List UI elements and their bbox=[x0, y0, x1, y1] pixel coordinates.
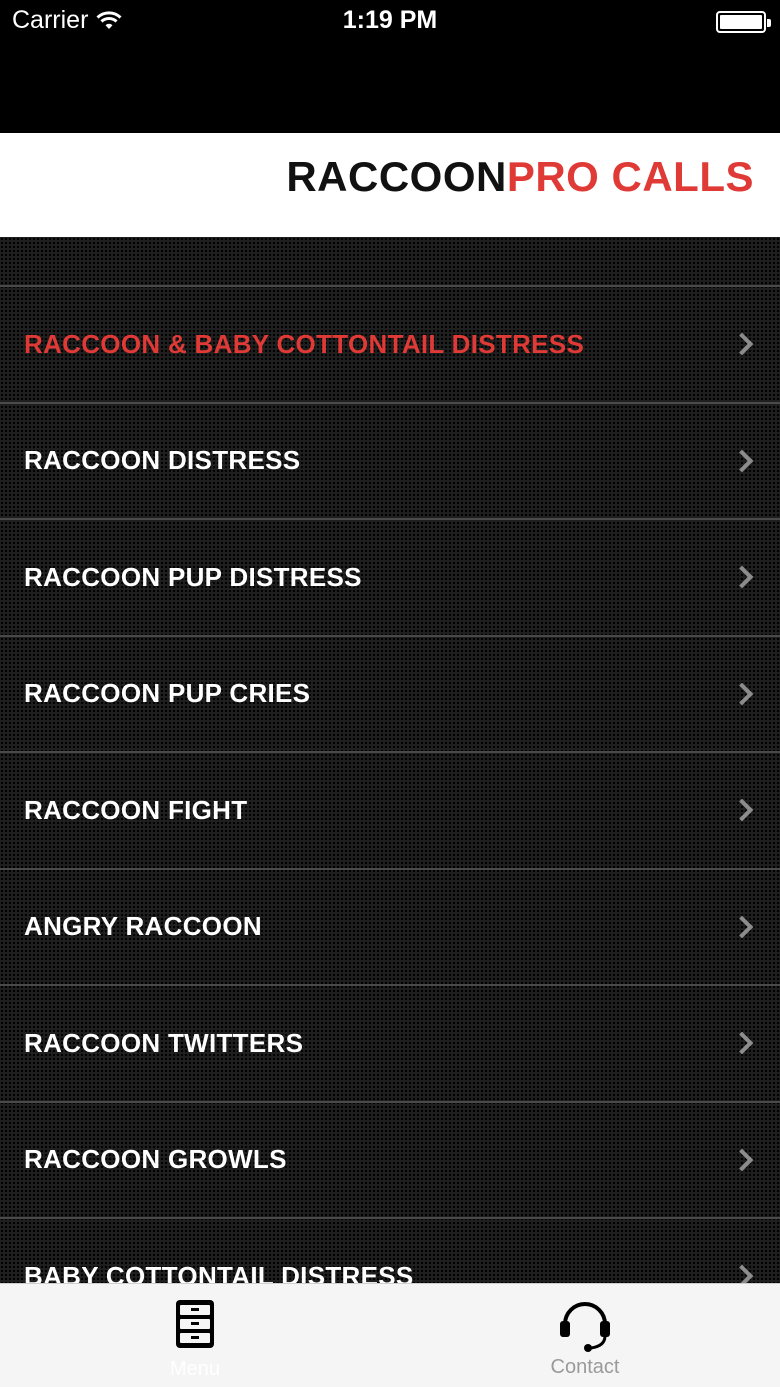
battery-tip bbox=[767, 19, 771, 27]
list-item[interactable]: RACCOON TWITTERS bbox=[0, 986, 780, 1103]
list-top-spacer bbox=[0, 237, 780, 287]
list-item[interactable]: RACCOON PUP DISTRESS bbox=[0, 520, 780, 637]
app-title: RACCOONPRO CALLS bbox=[286, 153, 754, 201]
headset-icon bbox=[560, 1302, 610, 1352]
chevron-right-icon bbox=[730, 332, 754, 356]
chevron-right-icon bbox=[730, 565, 754, 589]
chevron-right-icon bbox=[730, 915, 754, 939]
chevron-right-icon bbox=[730, 1264, 754, 1283]
list-item[interactable]: RACCOON DISTRESS bbox=[0, 404, 780, 520]
calls-list[interactable]: RACCOON & BABY COTTONTAIL DISTRESS RACCO… bbox=[0, 237, 780, 1283]
filing-cabinet-icon bbox=[176, 1300, 214, 1348]
list-item-label: RACCOON & BABY COTTONTAIL DISTRESS bbox=[24, 328, 585, 359]
list-item[interactable]: BABY COTTONTAIL DISTRESS bbox=[0, 1219, 780, 1283]
tab-contact-label: Contact bbox=[550, 1356, 620, 1378]
tab-bar: Menu Contact bbox=[0, 1283, 780, 1387]
list-item[interactable]: RACCOON GROWLS bbox=[0, 1103, 780, 1219]
status-time: 1:19 PM bbox=[342, 6, 438, 34]
list-item-label: RACCOON FIGHT bbox=[24, 794, 248, 825]
battery-icon bbox=[716, 11, 771, 33]
tab-menu-label: Menu bbox=[169, 1358, 221, 1380]
app-title-part1: RACCOON bbox=[286, 153, 507, 200]
list-item-label: ANGRY RACCOON bbox=[24, 911, 262, 942]
list-item[interactable]: RACCOON PUP CRIES bbox=[0, 637, 780, 753]
list-item-label: RACCOON PUP DISTRESS bbox=[24, 561, 362, 592]
chevron-right-icon bbox=[730, 1148, 754, 1172]
list-item-label: RACCOON GROWLS bbox=[24, 1144, 287, 1175]
list-item[interactable]: RACCOON FIGHT bbox=[0, 753, 780, 870]
tab-contact[interactable]: Contact bbox=[390, 1284, 780, 1387]
list-item-label: RACCOON DISTRESS bbox=[24, 445, 301, 476]
chevron-right-icon bbox=[730, 682, 754, 706]
list-item[interactable]: ANGRY RACCOON bbox=[0, 870, 780, 986]
list-item-label: RACCOON PUP CRIES bbox=[24, 678, 311, 709]
app-header: RACCOONPRO CALLS bbox=[0, 133, 780, 237]
tab-menu[interactable]: Menu bbox=[0, 1284, 390, 1387]
chevron-right-icon bbox=[730, 1031, 754, 1055]
status-bar: Carrier 1:19 PM bbox=[0, 0, 780, 133]
list-item-label: BABY COTTONTAIL DISTRESS bbox=[24, 1260, 414, 1283]
app-title-part2: PRO CALLS bbox=[506, 153, 754, 200]
chevron-right-icon bbox=[730, 798, 754, 822]
list-item-label: RACCOON TWITTERS bbox=[24, 1027, 304, 1058]
list-item[interactable]: RACCOON & BABY COTTONTAIL DISTRESS bbox=[0, 287, 780, 404]
battery-level bbox=[720, 15, 762, 29]
chevron-right-icon bbox=[730, 449, 754, 473]
